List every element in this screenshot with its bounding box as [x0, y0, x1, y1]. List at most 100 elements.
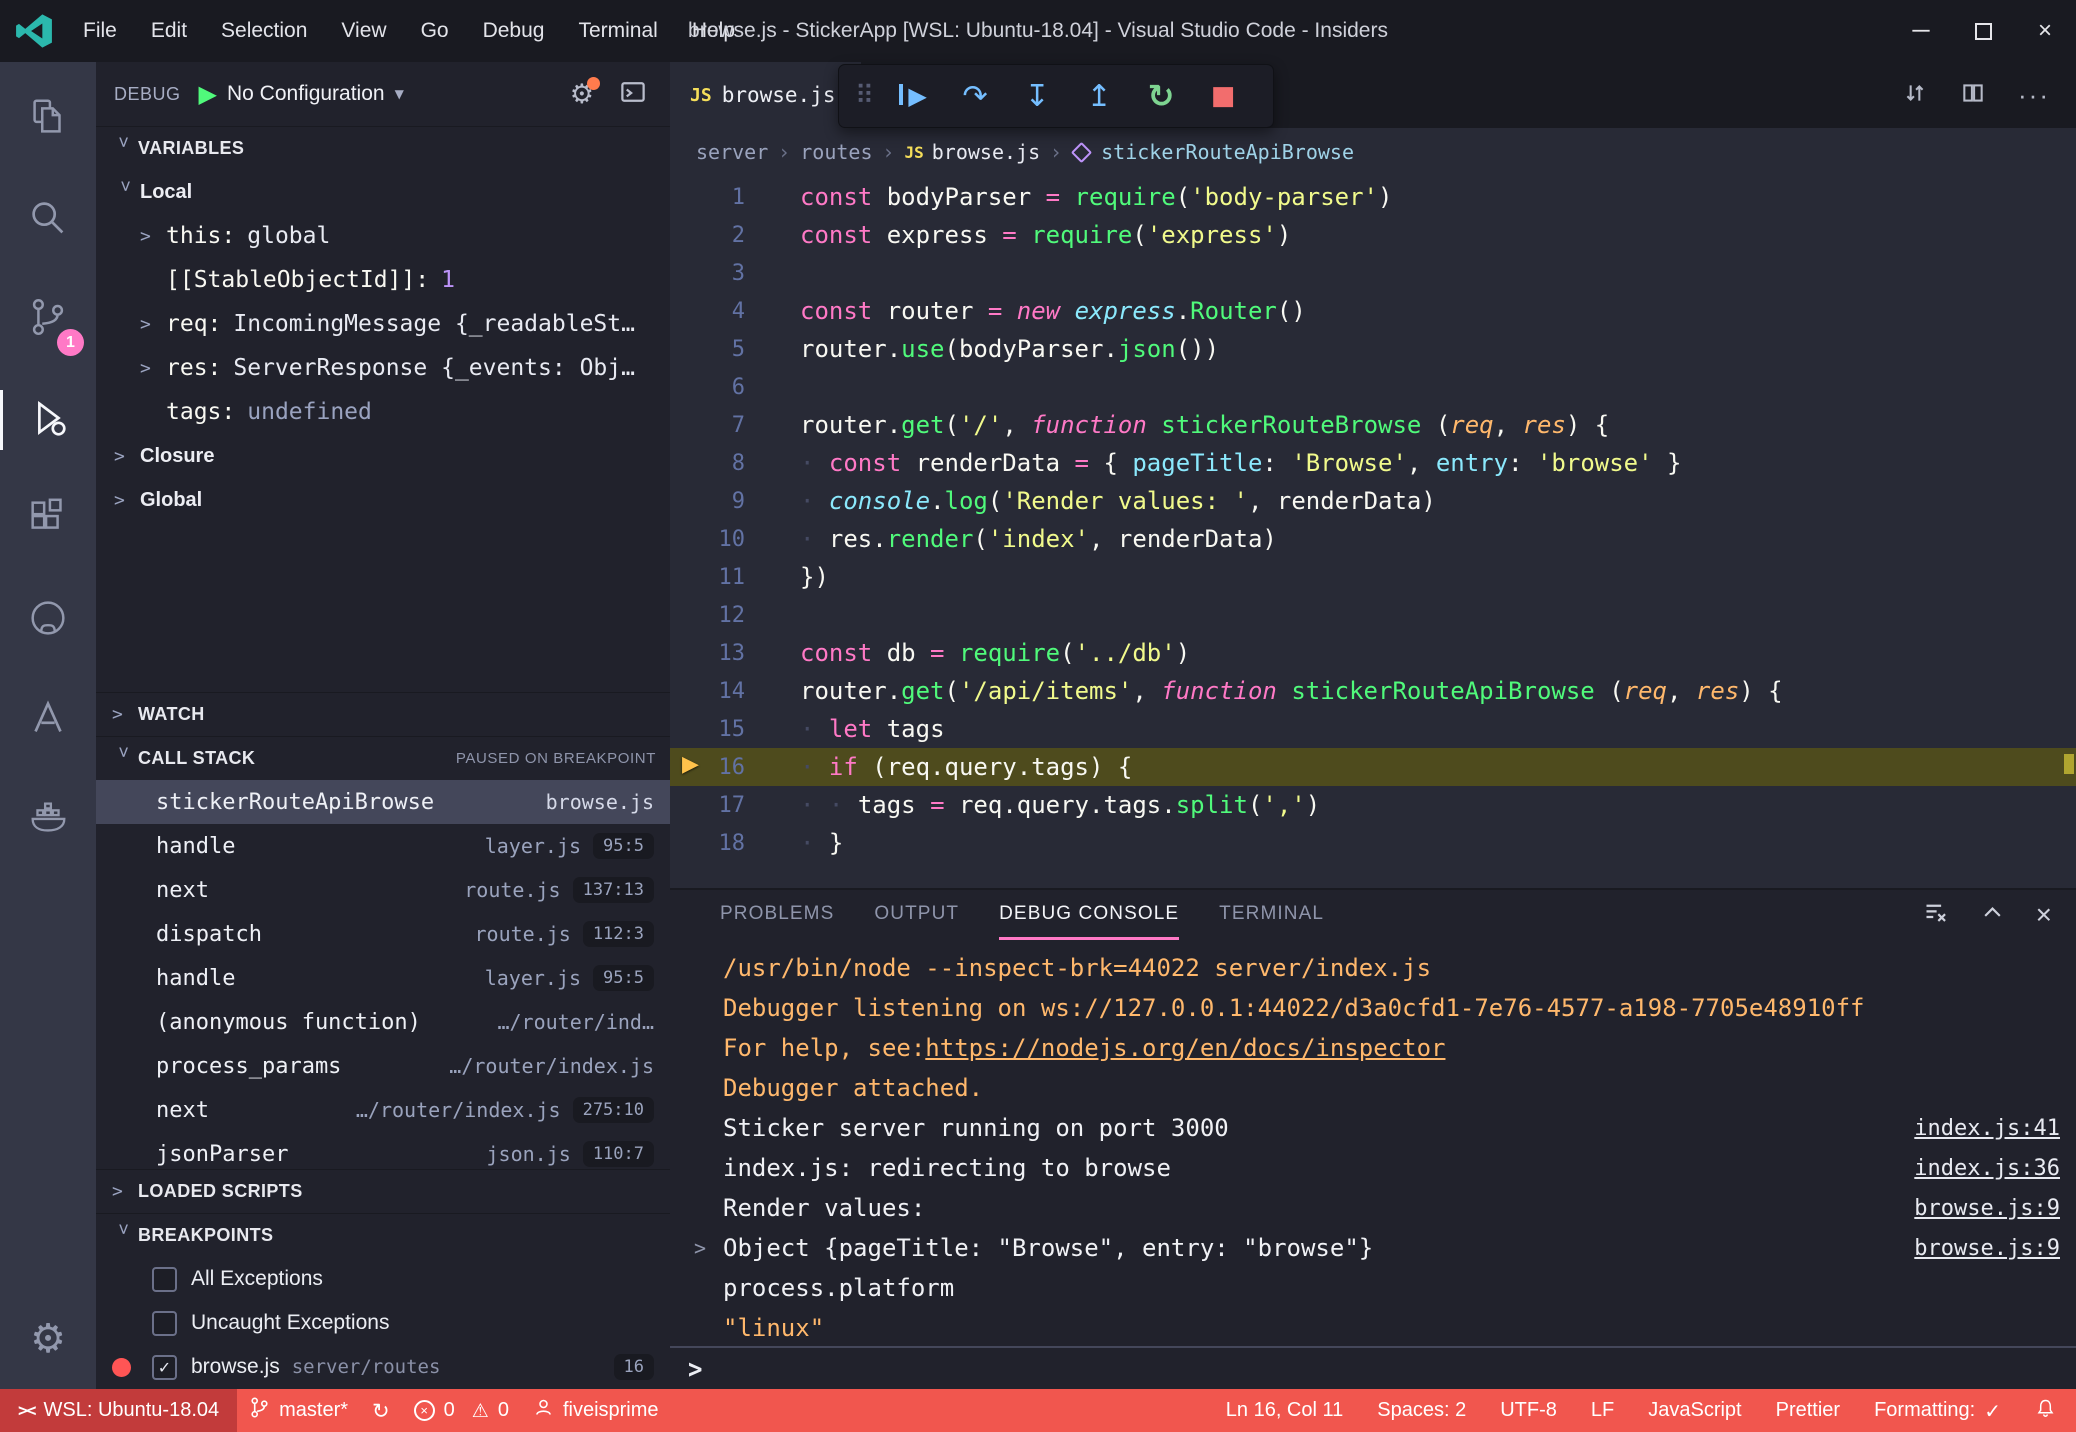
- line-number[interactable]: 13: [670, 641, 746, 666]
- encoding[interactable]: UTF-8: [1500, 1399, 1557, 1422]
- call-stack-frame[interactable]: jsonParser json.js 110:7: [96, 1132, 670, 1169]
- line-number[interactable]: 6: [670, 375, 745, 400]
- line-number[interactable]: 18: [670, 831, 746, 856]
- notifications-bell[interactable]: [2035, 1396, 2056, 1425]
- breadcrumb-item[interactable]: stickerRouteApiBrowse: [1101, 140, 1354, 164]
- console-source-link[interactable]: index.js:36: [1914, 1156, 2060, 1181]
- code-line[interactable]: 12: [670, 596, 2076, 634]
- account-indicator[interactable]: fiveisprime: [521, 1389, 671, 1432]
- menu-terminal[interactable]: Terminal: [561, 0, 674, 62]
- git-branch[interactable]: master*: [237, 1389, 360, 1432]
- line-number[interactable]: 5: [670, 337, 745, 362]
- line-number[interactable]: 14: [670, 679, 746, 704]
- variable-row[interactable]: >[[StableObjectId]]:1: [96, 258, 670, 302]
- line-number[interactable]: 7: [670, 413, 745, 438]
- panel-tab-debug-console[interactable]: DEBUG CONSOLE: [999, 890, 1180, 940]
- variable-row[interactable]: > req: IncomingMessage {_readableSt…: [96, 302, 670, 346]
- code-line[interactable]: 10 · res.render('index', renderData): [670, 520, 2076, 558]
- code-line[interactable]: 1 const bodyParser = require('body-parser…: [670, 178, 2076, 216]
- expand-chevron-icon[interactable]: >: [694, 1236, 706, 1260]
- clear-console-icon[interactable]: [1922, 899, 1949, 931]
- line-number[interactable]: 9: [670, 489, 745, 514]
- code-line[interactable]: 2 const express = require('express'): [670, 216, 2076, 254]
- menu-view[interactable]: View: [324, 0, 403, 62]
- breakpoint-checkbox[interactable]: [152, 1266, 177, 1292]
- line-number[interactable]: 1: [670, 185, 745, 210]
- panel-tab-output[interactable]: OUTPUT: [874, 890, 959, 940]
- line-number[interactable]: 4: [670, 299, 745, 324]
- code-line[interactable]: 13 const db = require('../db'): [670, 634, 2076, 672]
- console-source-link[interactable]: browse.js:9: [1914, 1196, 2060, 1221]
- code-line[interactable]: 9 · console.log('Render values: ', render…: [670, 482, 2076, 520]
- breakpoint-row[interactable]: ✓ browse.js server/routes 16: [96, 1345, 670, 1389]
- line-number[interactable]: 10: [670, 527, 746, 552]
- activity-source-control[interactable]: 1: [0, 270, 96, 370]
- continue-button[interactable]: ▶: [882, 82, 944, 110]
- variable-row[interactable]: > res: ServerResponse {_events: Obj…: [96, 346, 670, 390]
- activity-explorer[interactable]: [0, 70, 96, 170]
- code-line[interactable]: 11}): [670, 558, 2076, 596]
- maximize-button[interactable]: [1952, 0, 2014, 62]
- code-line[interactable]: 18 · }: [670, 824, 2076, 862]
- activity-github[interactable]: [0, 570, 96, 670]
- language-mode[interactable]: JavaScript: [1648, 1399, 1741, 1422]
- close-panel-icon[interactable]: ×: [2036, 899, 2052, 931]
- indentation[interactable]: Spaces: 2: [1377, 1399, 1466, 1422]
- code-line[interactable]: 6: [670, 368, 2076, 406]
- step-into-button[interactable]: ↧: [1006, 79, 1068, 114]
- line-number[interactable]: 15: [670, 717, 746, 742]
- line-number[interactable]: 11: [670, 565, 746, 590]
- line-number[interactable]: 3: [670, 261, 745, 286]
- call-stack-frame[interactable]: stickerRouteApiBrowse browse.js: [96, 780, 670, 824]
- activity-extensions[interactable]: [0, 470, 96, 570]
- breadcrumb-item[interactable]: routes: [800, 140, 872, 164]
- minimize-button[interactable]: ─: [1890, 0, 1952, 62]
- breakpoint-row[interactable]: Uncaught Exceptions: [96, 1301, 670, 1345]
- variable-row[interactable]: >tags:undefined: [96, 390, 670, 434]
- console-link[interactable]: https://nodejs.org/en/docs/inspector: [925, 1034, 1445, 1062]
- drag-handle-icon[interactable]: ⠿: [855, 81, 874, 111]
- line-number[interactable]: 8: [670, 451, 745, 476]
- code-line[interactable]: 5 router.use(bodyParser.json()): [670, 330, 2076, 368]
- line-number[interactable]: 12: [670, 603, 746, 628]
- debug-settings-gear-icon[interactable]: ⚙: [570, 76, 600, 110]
- open-debug-console-icon[interactable]: [618, 77, 648, 112]
- console-source-link[interactable]: browse.js:9: [1914, 1236, 2060, 1261]
- call-stack-frame[interactable]: handle layer.js 95:5: [96, 956, 670, 1000]
- loaded-scripts-section-header[interactable]: > LOADED SCRIPTS: [96, 1169, 670, 1213]
- start-debug-button[interactable]: ▶: [199, 80, 217, 108]
- panel-tab-terminal[interactable]: TERMINAL: [1219, 890, 1324, 940]
- problems-indicator[interactable]: × 0 ⚠ 0: [402, 1389, 521, 1432]
- code-editor[interactable]: 1 const bodyParser = require('body-parser…: [670, 176, 2076, 888]
- code-line[interactable]: 14 router.get('/api/items', function stic…: [670, 672, 2076, 710]
- breakpoint-checkbox[interactable]: [152, 1310, 177, 1336]
- activity-settings-gear[interactable]: ⚙: [0, 1289, 96, 1389]
- menu-debug[interactable]: Debug: [466, 0, 562, 62]
- eol-indicator[interactable]: LF: [1591, 1399, 1614, 1422]
- variables-section-header[interactable]: > VARIABLES: [96, 126, 670, 170]
- variables-scope-row[interactable]: > Global: [96, 478, 670, 522]
- call-stack-frame[interactable]: next route.js 137:13: [96, 868, 670, 912]
- call-stack-frame[interactable]: handle layer.js 95:5: [96, 824, 670, 868]
- remote-indicator[interactable]: >< WSL: Ubuntu-18.04: [0, 1389, 238, 1432]
- activity-search[interactable]: [0, 170, 96, 270]
- line-number[interactable]: 2: [670, 223, 745, 248]
- menu-edit[interactable]: Edit: [134, 0, 204, 62]
- close-button[interactable]: ×: [2014, 0, 2076, 62]
- call-stack-frame[interactable]: dispatch route.js 112:3: [96, 912, 670, 956]
- call-stack-frame[interactable]: next …/router/index.js 275:10: [96, 1088, 670, 1132]
- code-line[interactable]: 16 ▶ · if (req.query.tags) {: [670, 748, 2076, 786]
- call-stack-frame[interactable]: process_params …/router/index.js: [96, 1044, 670, 1088]
- code-line[interactable]: 15 · let tags: [670, 710, 2076, 748]
- activity-run-debug[interactable]: [0, 370, 96, 470]
- cursor-position[interactable]: Ln 16, Col 11: [1226, 1399, 1344, 1422]
- swap-editors-icon[interactable]: [1902, 80, 1928, 111]
- call-stack-frame[interactable]: (anonymous function) …/router/ind…: [96, 1000, 670, 1044]
- formatter[interactable]: Prettier: [1776, 1399, 1840, 1422]
- more-actions-icon[interactable]: ···: [2018, 80, 2050, 111]
- menu-selection[interactable]: Selection: [204, 0, 324, 62]
- step-out-button[interactable]: ↥: [1068, 79, 1130, 114]
- code-line[interactable]: 8 · const renderData = { pageTitle: 'Brow…: [670, 444, 2076, 482]
- breakpoint-checkbox[interactable]: ✓: [152, 1354, 177, 1380]
- variable-row[interactable]: > this: global: [96, 214, 670, 258]
